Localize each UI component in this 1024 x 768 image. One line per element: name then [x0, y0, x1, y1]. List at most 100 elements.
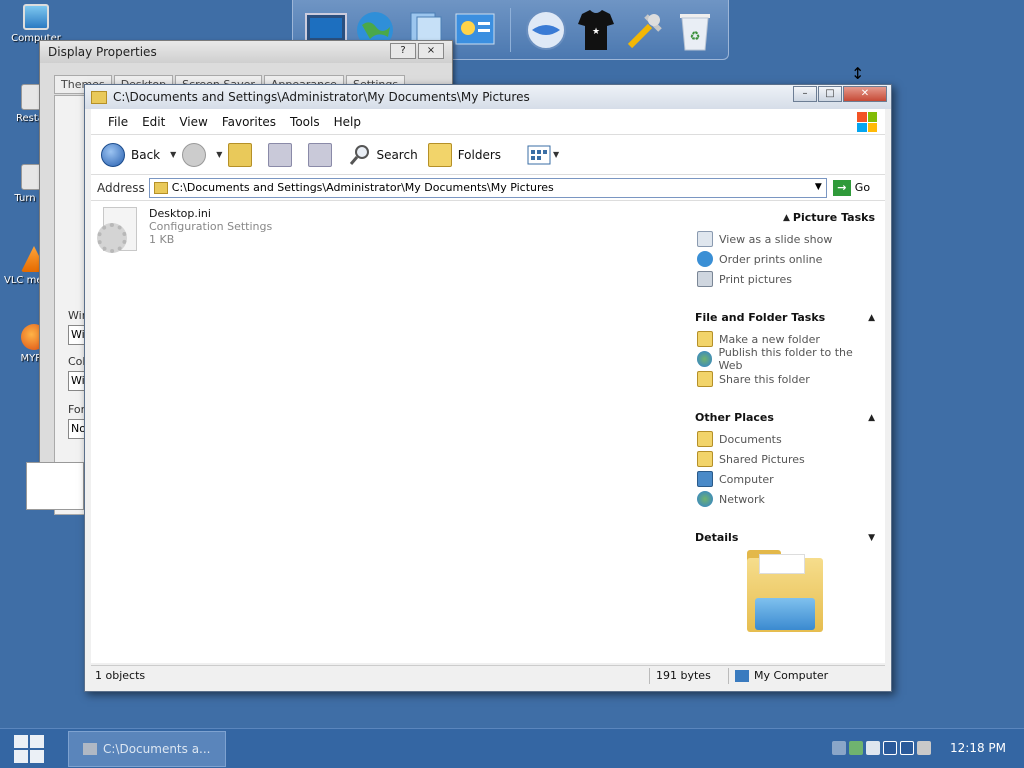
close-button[interactable]: ✕: [843, 86, 887, 102]
system-tray: [832, 741, 931, 755]
task-pane: ▲ Picture Tasks View as a slide show Ord…: [695, 211, 875, 656]
maximize-button[interactable]: □: [818, 86, 842, 102]
documents-label: Documents: [719, 432, 782, 446]
menu-tools[interactable]: Tools: [283, 115, 327, 129]
publish-folder-label: Publish this folder to the Web: [718, 346, 853, 372]
clock[interactable]: 12:18 PM: [950, 741, 1006, 755]
computer-label: Computer: [719, 472, 774, 486]
address-dropdown-icon[interactable]: ▼: [815, 182, 822, 192]
order-prints-icon: [697, 251, 713, 267]
back-button[interactable]: Back: [101, 142, 161, 167]
details-group: Details ▼: [695, 531, 875, 634]
go-button[interactable]: → Go: [832, 179, 870, 196]
delete-button[interactable]: [308, 142, 338, 167]
picture-tasks-group: ▲ Picture Tasks View as a slide show Ord…: [695, 211, 875, 289]
explorer-titlebar[interactable]: C:\Documents and Settings\Administrator\…: [85, 85, 891, 109]
folders-button[interactable]: Folders: [427, 142, 501, 167]
dock-item-recycle-bin[interactable]: ♻: [672, 7, 718, 53]
help-button[interactable]: ?: [390, 43, 416, 59]
tray-network-icon[interactable]: [849, 741, 863, 755]
order-prints-link[interactable]: Order prints online: [695, 249, 875, 269]
desktop-icon-computer[interactable]: Computer: [6, 4, 66, 44]
views-button[interactable]: ▼: [527, 145, 565, 165]
picture-tasks-title: Picture Tasks: [792, 211, 875, 224]
taskbar-explorer-button[interactable]: C:\Documents a...: [68, 731, 226, 767]
details-header[interactable]: Details ▼: [695, 531, 875, 544]
file-item[interactable]: Desktop.ini Configuration Settings 1 KB: [97, 207, 272, 253]
tray-app-icon[interactable]: [832, 741, 846, 755]
order-prints-label: Order prints online: [719, 252, 823, 266]
publish-web-icon: [697, 351, 713, 367]
network-label: Network: [719, 492, 765, 506]
chevron-up-icon: ▲: [868, 312, 875, 323]
share-folder-link[interactable]: Share this folder: [695, 369, 875, 389]
details-title: Details: [695, 531, 739, 544]
minimize-button[interactable]: –: [793, 86, 817, 102]
status-location: My Computer: [729, 669, 828, 682]
dock-item-tools[interactable]: [623, 7, 669, 53]
forward-button[interactable]: [182, 142, 212, 167]
documents-icon: [697, 431, 713, 447]
computer-link[interactable]: Computer: [695, 469, 875, 489]
status-object-count: 1 objects: [95, 669, 146, 682]
file-name: Desktop.ini: [149, 207, 211, 220]
documents-link[interactable]: Documents: [695, 429, 875, 449]
tools-icon: [627, 13, 662, 48]
back-dropdown-icon[interactable]: ▼: [170, 150, 176, 159]
shared-pictures-link[interactable]: Shared Pictures: [695, 449, 875, 469]
file-folder-tasks-header[interactable]: File and Folder Tasks ▲: [695, 311, 875, 324]
file-view[interactable]: Desktop.ini Configuration Settings 1 KB …: [91, 201, 885, 663]
back-label: Back: [131, 147, 161, 162]
folder-icon: [91, 90, 107, 104]
start-logo-icon: [14, 735, 28, 748]
address-input[interactable]: C:\Documents and Settings\Administrator\…: [148, 177, 827, 198]
back-arrow-icon: [101, 142, 125, 167]
network-icon: [697, 491, 713, 507]
dock-item-shirt[interactable]: ★: [573, 7, 619, 53]
search-icon: [350, 144, 370, 165]
display-properties-titlebar[interactable]: Display Properties ? ×: [40, 41, 452, 63]
forward-arrow-icon: [182, 142, 207, 167]
dock-item-chart[interactable]: [452, 7, 498, 53]
up-folder-icon: [228, 142, 253, 167]
slide-show-link[interactable]: View as a slide show: [695, 229, 875, 249]
taskbar: C:\Documents a... 12:18 PM: [0, 728, 1024, 768]
network-link[interactable]: Network: [695, 489, 875, 509]
menu-file[interactable]: File: [101, 115, 135, 129]
make-new-folder-label: Make a new folder: [719, 332, 820, 346]
shirt-icon: ★: [577, 9, 614, 50]
background-window-fragment: [26, 462, 84, 510]
folders-icon: [427, 142, 452, 167]
window-title: C:\Documents and Settings\Administrator\…: [113, 90, 530, 104]
forward-dropdown-icon[interactable]: ▼: [216, 150, 222, 159]
close-button[interactable]: ×: [418, 43, 444, 59]
explorer-window[interactable]: C:\Documents and Settings\Administrator\…: [84, 84, 892, 692]
tray-monitor-icon[interactable]: [883, 741, 897, 755]
globe-icon: [526, 9, 567, 50]
up-folder-button[interactable]: [228, 142, 258, 167]
share-folder-icon: [697, 371, 713, 387]
menu-favorites[interactable]: Favorites: [215, 115, 283, 129]
search-button[interactable]: Search: [348, 143, 418, 167]
print-pictures-label: Print pictures: [719, 272, 792, 286]
menu-edit[interactable]: Edit: [135, 115, 172, 129]
print-pictures-link[interactable]: Print pictures: [695, 269, 875, 289]
menu-help[interactable]: Help: [327, 115, 368, 129]
other-places-title: Other Places: [695, 411, 774, 424]
my-computer-icon: [735, 669, 749, 682]
other-places-group: Other Places ▲ Documents Shared Pictures…: [695, 411, 875, 509]
start-button[interactable]: [14, 735, 44, 763]
publish-folder-link[interactable]: Publish this folder to the Web: [695, 346, 875, 372]
picture-tasks-header[interactable]: ▲ Picture Tasks: [695, 211, 875, 224]
dock-item-globe[interactable]: [523, 7, 569, 53]
move-to-button[interactable]: [268, 142, 298, 167]
slideshow-icon: [697, 231, 713, 247]
address-value: C:\Documents and Settings\Administrator\…: [171, 181, 554, 194]
other-places-header[interactable]: Other Places ▲: [695, 411, 875, 424]
tray-document-icon[interactable]: [866, 741, 880, 755]
chevron-up-icon: ▲: [868, 412, 875, 423]
tray-display-icon[interactable]: [900, 741, 914, 755]
taskbar-explorer-label: C:\Documents a...: [103, 742, 211, 756]
tray-volume-icon[interactable]: [917, 741, 931, 755]
menu-view[interactable]: View: [172, 115, 214, 129]
